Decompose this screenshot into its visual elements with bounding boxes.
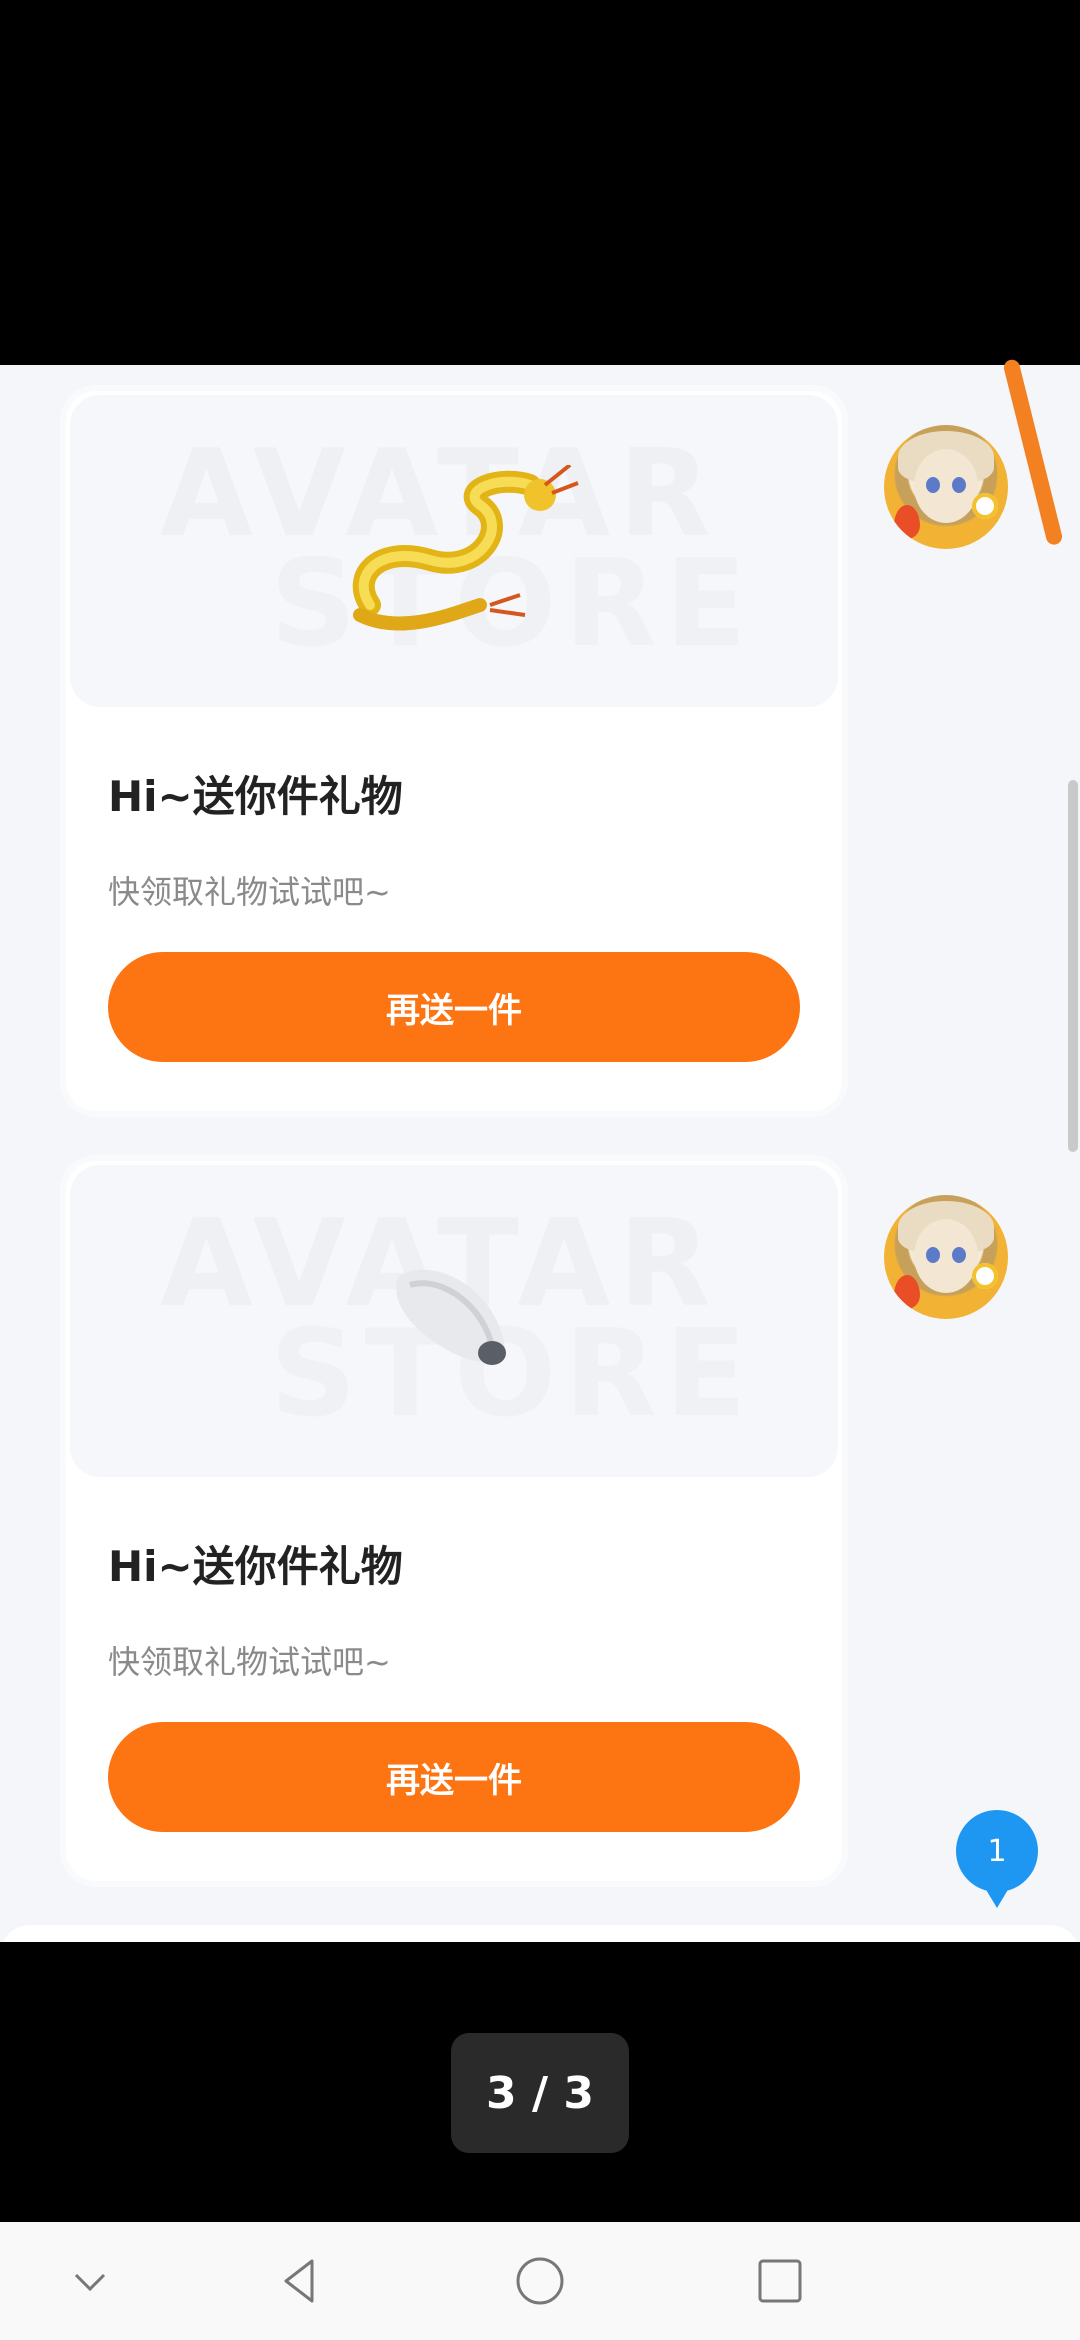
gift-title: Hi~送你件礼物 [108, 1542, 403, 1591]
fur-tail-image [396, 1269, 506, 1365]
unread-badge[interactable]: 1 [956, 1810, 1038, 1908]
avatar-eye [926, 477, 940, 493]
page-indicator: 3 / 3 [451, 2033, 629, 2153]
recents-square-icon[interactable] [720, 2222, 840, 2340]
avatar-face [914, 449, 978, 523]
flower-icon [972, 493, 998, 519]
gift-card: AVATAR STORE Hi~送你件礼物 快领取礼物试试吧~ 再送一件 [60, 385, 848, 1117]
golden-dragon-image [352, 465, 579, 631]
chevron-down-icon[interactable] [30, 2222, 150, 2340]
send-again-button[interactable]: 再送一件 [108, 1722, 800, 1832]
avatar-eye [952, 477, 966, 493]
avatar[interactable] [884, 425, 1008, 549]
chat-area[interactable]: AVATAR STORE Hi~送你件礼物 快领取礼物试试吧~ 再送一件 AVA… [0, 365, 1080, 1942]
back-triangle-icon[interactable] [240, 2222, 360, 2340]
gift-title: Hi~送你件礼物 [108, 772, 403, 821]
gift-card: AVATAR STORE Hi~送你件礼物 快领取礼物试试吧~ 再送一件 [60, 1155, 848, 1887]
gift-subtitle: 快领取礼物试试吧~ [108, 873, 391, 911]
scrollbar[interactable] [1068, 780, 1078, 1152]
avatar-eye [926, 1247, 940, 1263]
gift-image-area[interactable]: AVATAR STORE [70, 395, 838, 707]
carrot-icon [894, 505, 920, 539]
send-again-button[interactable]: 再送一件 [108, 952, 800, 1062]
system-navbar [0, 2222, 1080, 2340]
flower-icon [972, 1263, 998, 1289]
gift-subtitle: 快领取礼物试试吧~ [108, 1643, 391, 1681]
avatar[interactable] [884, 1195, 1008, 1319]
avatar-face [914, 1219, 978, 1293]
avatar-eye [952, 1247, 966, 1263]
home-circle-icon[interactable] [480, 2222, 600, 2340]
carrot-icon [894, 1275, 920, 1309]
gift-image-area[interactable]: AVATAR STORE [70, 1165, 838, 1477]
top-black-area [0, 0, 1080, 365]
